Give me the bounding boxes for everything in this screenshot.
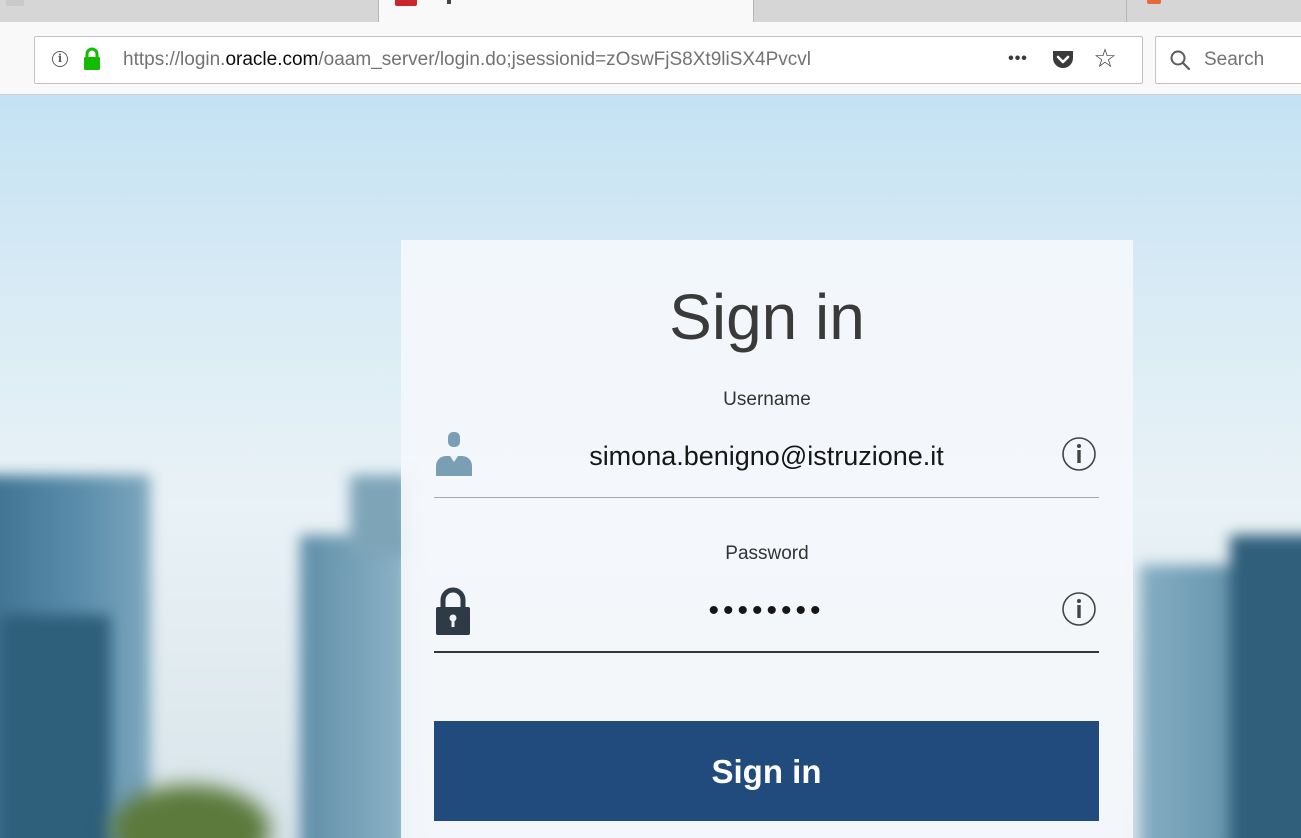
tab-title-fragment: [447, 0, 451, 4]
oracle-favicon-icon: [395, 0, 417, 6]
tab-strip: [0, 0, 1301, 22]
lock-icon: [436, 587, 470, 635]
background-building: [300, 535, 410, 838]
url-path: /oaam_server/login.do;jsessionid=zOswFjS…: [318, 49, 812, 70]
search-placeholder: Search: [1204, 49, 1265, 70]
user-icon: [436, 432, 472, 476]
username-row: [434, 430, 1099, 482]
search-icon: [1170, 50, 1191, 71]
background-building: [1230, 535, 1301, 838]
browser-tab[interactable]: [1127, 0, 1301, 22]
url-text[interactable]: https://login.oracle.com/oaam_server/log…: [123, 48, 943, 72]
browser-tab[interactable]: [0, 0, 378, 22]
browser-tab[interactable]: [753, 0, 1127, 22]
tab-favicon: [6, 0, 24, 6]
username-underline: [434, 497, 1099, 498]
password-underline: [434, 651, 1099, 653]
url-host: oracle.com: [225, 49, 319, 70]
password-row: [434, 585, 1099, 637]
login-card: Sign in Username Password Sign i: [401, 240, 1133, 838]
address-bar[interactable]: i https://login.oracle.com/oaam_server/l…: [34, 36, 1143, 84]
password-input[interactable]: [494, 591, 1039, 631]
password-label: Password: [725, 543, 809, 564]
sign-in-button[interactable]: Sign in: [434, 721, 1099, 821]
page-title: Sign in: [669, 281, 865, 353]
password-info-icon[interactable]: [1060, 590, 1098, 628]
username-info-icon[interactable]: [1060, 435, 1098, 473]
browser-tab-active[interactable]: [378, 0, 754, 22]
tab-favicon: [1147, 0, 1161, 4]
search-bar[interactable]: Search: [1155, 36, 1301, 84]
secure-lock-icon[interactable]: [83, 47, 101, 71]
site-info-icon[interactable]: i: [52, 51, 68, 67]
url-host-prefix: login.: [180, 49, 226, 70]
username-label: Username: [723, 389, 811, 410]
more-horizontal-icon[interactable]: •••: [1003, 45, 1033, 73]
pocket-icon[interactable]: [1051, 49, 1075, 71]
bookmark-star-icon[interactable]: ☆: [1091, 43, 1119, 73]
browser-toolbar: i https://login.oracle.com/oaam_server/l…: [0, 22, 1301, 95]
url-scheme: https://: [123, 49, 181, 70]
background-building: [0, 615, 110, 838]
username-input[interactable]: [494, 436, 1039, 476]
